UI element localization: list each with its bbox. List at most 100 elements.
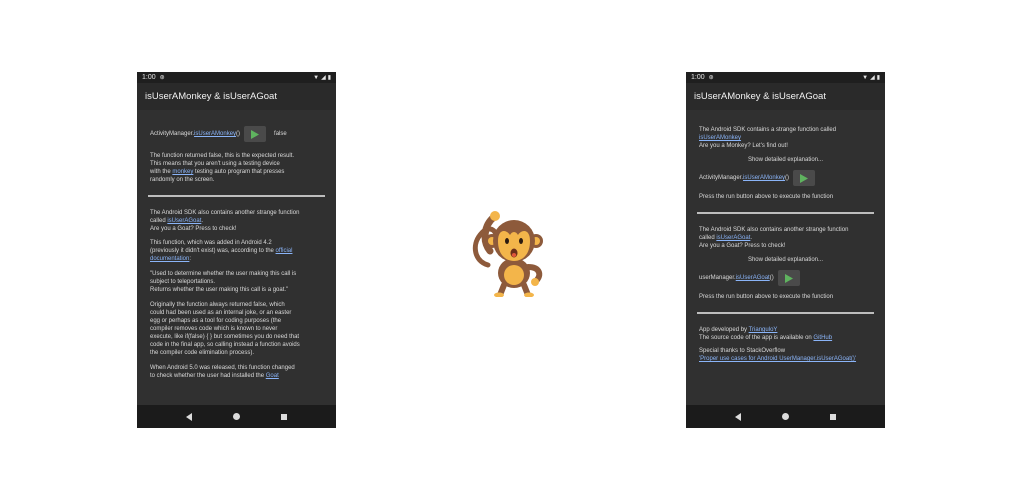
monkey-method-link[interactable]: isUserAMonkey (743, 175, 785, 181)
section-divider (148, 195, 325, 197)
notification-icon: ⊛ (159, 75, 165, 81)
goat-doc-link[interactable]: isUserAGoat (167, 218, 201, 224)
monkey-intro: The Android SDK contains a strange funct… (699, 126, 872, 150)
monkey-result-explanation: The function returned false, this is the… (150, 152, 323, 184)
text-line: This means that you aren't using a testi… (150, 161, 280, 167)
text-line: isUserAMonkey (699, 134, 872, 142)
run-monkey-button[interactable] (244, 126, 267, 142)
app-title: isUserAMonkey & isUserAGoat (137, 83, 336, 110)
source-line: The source code of the app is available … (699, 335, 833, 341)
goat-method-link[interactable]: isUserAGoat (736, 275, 770, 281)
text-line: Are you a Goat? Press to check! (699, 243, 786, 249)
home-icon[interactable] (232, 413, 240, 420)
goat-intro: The Android SDK also contains another st… (699, 226, 872, 250)
text-line: compiler removes code which is known to … (150, 326, 278, 332)
status-bar: 1:00 ⊛ ▼ ◢ ▮ (686, 72, 885, 83)
battery-icon: ▮ (876, 75, 880, 81)
text-line: egg or perhaps as a tool for coding purp… (150, 318, 282, 324)
monkey-emoji-icon (472, 211, 543, 297)
text-line: documentation: (150, 256, 192, 262)
goat-call: userManager.isUserAGoat() (699, 275, 774, 281)
goat-intro: The Android SDK also contains another st… (150, 209, 323, 233)
goat-doc-link[interactable]: isUserAGoat (716, 235, 750, 241)
back-icon[interactable] (734, 412, 741, 421)
monkey-call-row: ActivityManager.isUserAMonkey() false (150, 126, 323, 142)
text-line: The Android SDK also contains another st… (150, 210, 300, 216)
run-goat-button[interactable] (777, 270, 800, 286)
play-icon (251, 129, 260, 139)
text-line: randomly on the screen. (150, 177, 215, 183)
app-title-text: isUserAMonkey & isUserAGoat (694, 91, 826, 102)
monkey-doc-link[interactable]: isUserAMonkey (699, 135, 741, 141)
show-explanation-button[interactable]: Show detailed explanation... (699, 156, 872, 164)
signal-icon: ◢ (870, 75, 875, 81)
text-line: This function, which was added in Androi… (150, 240, 272, 246)
github-link[interactable]: GitHub (813, 335, 832, 341)
documentation-link[interactable]: documentation (150, 256, 189, 262)
text-line: When Android 5.0 was released, this func… (150, 365, 295, 371)
main-content[interactable]: The Android SDK contains a strange funct… (686, 110, 885, 405)
section-divider (697, 212, 874, 214)
text-line: "Used to determine whether the user maki… (150, 271, 297, 277)
text-line: to check whether the user had installed … (150, 373, 279, 379)
notification-icon: ⊛ (708, 75, 714, 81)
recents-icon[interactable] (281, 413, 288, 420)
goat-quote: "Used to determine whether the user maki… (150, 270, 323, 294)
show-explanation-button[interactable]: Show detailed explanation... (699, 256, 872, 264)
thanks-link-line: 'Proper use cases for Android UserManage… (699, 355, 872, 363)
monkey-doc-link[interactable]: isUserAMonkey (194, 131, 236, 137)
text-line: The Android SDK also contains another st… (699, 227, 849, 233)
recents-icon[interactable] (830, 413, 837, 420)
goat-android5-change: When Android 5.0 was released, this func… (150, 364, 323, 380)
credits: App developed by TrianguloY The source c… (699, 326, 872, 363)
wifi-icon: ▼ (313, 74, 320, 81)
text-line: Returns whether the user making this cal… (150, 287, 289, 293)
developer-link[interactable]: TrianguloY (749, 327, 778, 333)
monkey-result: false (274, 131, 287, 137)
text-line: Are you a Goat? Press to check! (150, 226, 237, 232)
status-time: 1:00 (691, 74, 705, 81)
text-line: The function returned false, this is the… (150, 153, 295, 159)
run-hint: Press the run button above to execute th… (699, 194, 834, 200)
section-divider (697, 312, 874, 314)
main-content[interactable]: ActivityManager.isUserAMonkey() false Th… (137, 110, 336, 405)
play-icon (784, 273, 793, 283)
text-line: with the monkey testing auto program tha… (150, 169, 285, 175)
app-title: isUserAMonkey & isUserAGoat (686, 83, 885, 110)
battery-icon: ▮ (327, 75, 331, 81)
app-title-text: isUserAMonkey & isUserAGoat (145, 91, 277, 102)
run-hint: Press the run button above to execute th… (699, 294, 834, 300)
wifi-icon: ▼ (862, 74, 869, 81)
official-link[interactable]: official (276, 248, 293, 254)
text-line: the compiler code elimination process). (150, 350, 255, 356)
nav-bar (686, 405, 885, 428)
monkey-call: ActivityManager.isUserAMonkey() (699, 175, 790, 181)
left-phone-screen: 1:00 ⊛ ▼ ◢ ▮ isUserAMonkey & isUserAGoat… (137, 72, 336, 428)
text-line: The Android SDK contains a strange funct… (699, 127, 837, 133)
goat-history: This function, which was added in Androi… (150, 239, 323, 263)
text-line: subject to teleportations. (150, 279, 216, 285)
text-line: called isUserAGoat. (150, 218, 204, 224)
thanks-line: Special thanks to StackOverflow (699, 348, 786, 354)
text-line: execute, like if(false) { } but sometime… (150, 334, 300, 340)
nav-bar (137, 405, 336, 428)
goat-simulator-link[interactable]: Goat (266, 373, 279, 379)
status-bar: 1:00 ⊛ ▼ ◢ ▮ (137, 72, 336, 83)
text-line: could had been used as an internal joke,… (150, 310, 292, 316)
goat-call-row: userManager.isUserAGoat() (699, 270, 872, 286)
run-monkey-button[interactable] (793, 170, 816, 186)
signal-icon: ◢ (321, 75, 326, 81)
text-line: called isUserAGoat. (699, 235, 753, 241)
monkey-call-row: ActivityManager.isUserAMonkey() (699, 170, 872, 186)
stackoverflow-link[interactable]: 'Proper use cases for Android UserManage… (699, 356, 856, 362)
back-icon[interactable] (185, 412, 192, 421)
text-line: Are you a Monkey? Let's find out! (699, 143, 788, 149)
text-line: Originally the function always returned … (150, 302, 285, 308)
home-icon[interactable] (781, 413, 789, 420)
status-time: 1:00 (142, 74, 156, 81)
right-phone-screen: 1:00 ⊛ ▼ ◢ ▮ isUserAMonkey & isUserAGoat… (686, 72, 885, 428)
monkey-call: ActivityManager.isUserAMonkey() (150, 131, 241, 137)
text-line: code in the final app, so calling instea… (150, 342, 300, 348)
goat-original-behaviour: Originally the function always returned … (150, 301, 323, 357)
monkey-tool-link[interactable]: monkey (172, 169, 193, 175)
